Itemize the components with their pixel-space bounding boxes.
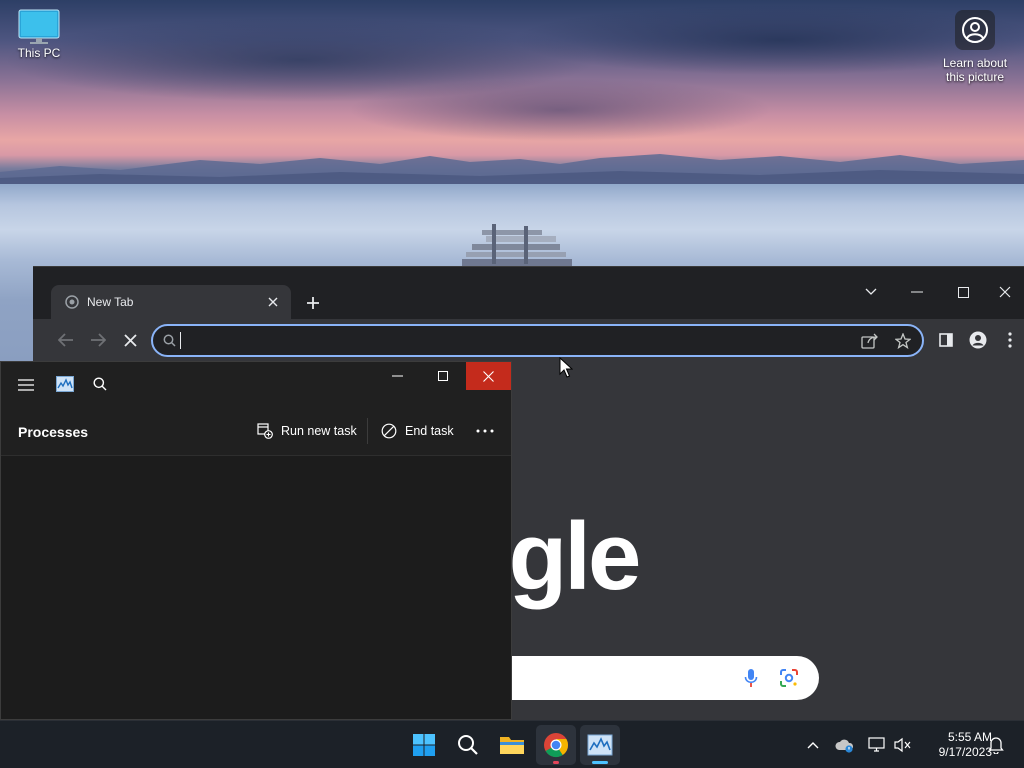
close-icon	[123, 333, 137, 347]
bookmark-star-icon[interactable]	[894, 332, 912, 354]
share-icon[interactable]	[861, 333, 879, 354]
end-task-button[interactable]: End task	[381, 420, 454, 442]
volume-muted-icon	[894, 737, 911, 753]
close-icon	[483, 370, 494, 382]
mountains-silhouette	[0, 154, 1024, 184]
address-bar[interactable]	[151, 324, 924, 357]
block-icon	[381, 423, 397, 439]
show-hidden-icons-button[interactable]	[803, 735, 823, 755]
minimize-icon	[392, 375, 403, 377]
tab-close-icon[interactable]	[265, 294, 281, 310]
arrow-right-icon	[91, 333, 106, 347]
side-panel-button[interactable]	[934, 328, 958, 352]
clock-date: 9/17/2023	[938, 745, 992, 759]
pier-image	[462, 224, 572, 268]
arrow-left-icon	[58, 333, 73, 347]
learn-label-line2: this picture	[945, 70, 1005, 84]
cloud-icon	[835, 739, 854, 753]
chevron-up-icon	[807, 742, 819, 749]
onedrive-tray-button[interactable]	[835, 735, 855, 755]
run-new-task-label: Run new task	[281, 424, 357, 438]
run-task-icon	[257, 423, 273, 439]
chrome-menu-button[interactable]	[998, 328, 1022, 352]
side-panel-icon	[939, 333, 953, 347]
clock-time: 5:55 AM	[947, 730, 992, 744]
avatar-icon	[969, 331, 987, 349]
app-running-indicator	[553, 761, 559, 764]
tab-title: New Tab	[87, 295, 134, 309]
tab-search-button[interactable]	[848, 279, 894, 305]
toolbar-divider	[367, 418, 368, 444]
task-manager-window: Processes Run new task End task	[0, 361, 512, 720]
task-manager-minimize-button[interactable]	[375, 362, 420, 390]
task-manager-taskbar-button[interactable]	[580, 725, 620, 765]
taskbar: 5:55 AM 9/17/2023	[0, 720, 1024, 768]
task-manager-icon	[587, 734, 613, 756]
bell-icon	[988, 737, 1004, 754]
chrome-toolbar	[33, 319, 1024, 361]
address-input[interactable]	[191, 332, 831, 349]
microphone-icon[interactable]	[744, 668, 758, 693]
chevron-down-icon	[865, 288, 877, 295]
task-manager-titlebar	[1, 362, 511, 406]
plus-icon	[307, 297, 319, 309]
process-list	[1, 457, 511, 719]
chrome-icon	[544, 733, 569, 758]
taskbar-search-button[interactable]	[448, 725, 488, 765]
kebab-menu-icon	[1008, 332, 1012, 348]
google-lens-icon[interactable]	[779, 668, 799, 693]
maximize-icon	[437, 371, 448, 381]
more-options-button[interactable]	[476, 420, 494, 442]
learn-label-line1: Learn about	[942, 56, 1008, 70]
learn-about-picture-shortcut[interactable]: Learn about this picture	[938, 10, 1012, 84]
back-button[interactable]	[54, 328, 78, 352]
this-pc-shortcut[interactable]: This PC	[8, 8, 70, 60]
end-task-label: End task	[405, 424, 454, 438]
start-button[interactable]	[404, 725, 444, 765]
volume-tray-button[interactable]	[893, 735, 913, 755]
task-manager-app-icon	[56, 376, 74, 397]
chrome-taskbar-button[interactable]	[536, 725, 576, 765]
new-tab-button[interactable]	[301, 291, 325, 315]
chrome-tabstrip: New Tab	[33, 267, 1024, 319]
file-explorer-button[interactable]	[492, 725, 532, 765]
search-icon	[458, 735, 478, 755]
this-pc-label: This PC	[17, 46, 61, 60]
tab-new-tab[interactable]: New Tab	[51, 285, 291, 319]
hamburger-menu-icon[interactable]	[18, 378, 34, 396]
page-title: Processes	[18, 424, 89, 440]
chrome-close-button[interactable]	[986, 279, 1024, 305]
monitor-icon	[18, 9, 60, 44]
network-icon	[868, 737, 885, 752]
app-active-indicator	[592, 761, 608, 764]
search-icon[interactable]	[93, 377, 107, 396]
maximize-icon	[957, 286, 969, 298]
stop-loading-button[interactable]	[118, 328, 142, 352]
forward-button[interactable]	[86, 328, 110, 352]
folder-icon	[500, 737, 524, 754]
task-manager-close-button[interactable]	[466, 362, 511, 390]
windows-logo-icon	[413, 734, 435, 756]
chrome-maximize-button[interactable]	[940, 279, 986, 305]
notifications-button[interactable]	[986, 735, 1006, 755]
processes-header: Processes Run new task End task	[1, 406, 511, 456]
mouse-cursor-icon	[559, 357, 573, 378]
text-caret	[180, 332, 181, 349]
taskbar-clock[interactable]: 5:55 AM 9/17/2023	[918, 730, 992, 760]
more-horizontal-icon	[476, 429, 494, 433]
network-tray-button[interactable]	[867, 735, 887, 755]
run-new-task-button[interactable]: Run new task	[257, 420, 357, 442]
search-icon	[163, 334, 176, 347]
minimize-icon	[911, 291, 923, 293]
profile-button[interactable]	[966, 328, 990, 352]
camera-icon	[955, 10, 995, 50]
chrome-favicon-icon	[65, 295, 79, 309]
task-manager-maximize-button[interactable]	[420, 362, 465, 390]
chrome-minimize-button[interactable]	[894, 279, 940, 305]
close-icon	[999, 286, 1011, 298]
